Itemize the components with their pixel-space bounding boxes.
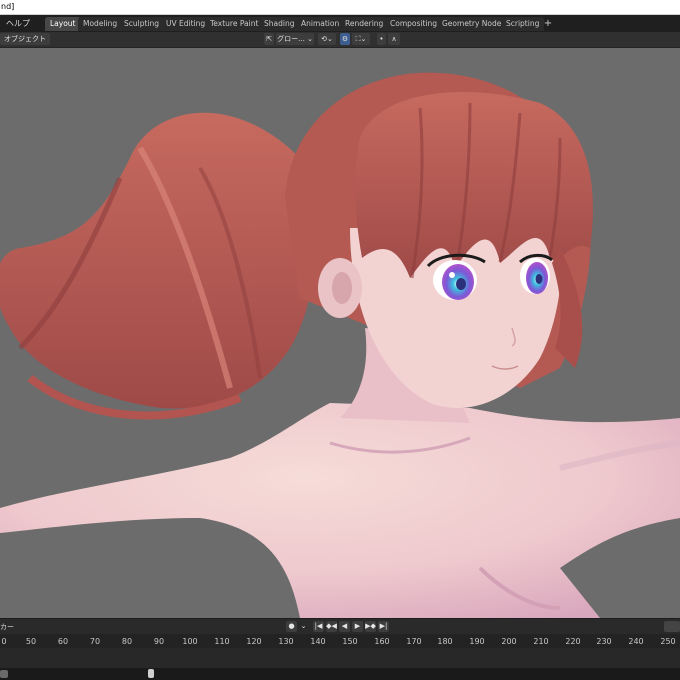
frame-tick-label: 160	[374, 637, 390, 646]
frame-tick-label: 130	[278, 637, 294, 646]
frame-tick-label: 150	[342, 637, 358, 646]
orientation-chevron-down-icon[interactable]: ⌄	[306, 33, 314, 45]
frame-tick-label: 220	[565, 637, 581, 646]
window-title-bar: nd]	[0, 0, 680, 15]
proportional-falloff-dropdown[interactable]: ∧	[388, 33, 400, 45]
scroll-handle-left[interactable]	[0, 670, 8, 678]
tab-modeling[interactable]: Modeling	[78, 17, 123, 31]
frame-ruler[interactable]: 0 50 60 70 80 90 100 110 120 130 140 150 160 170 180 19…	[0, 634, 680, 648]
tab-rendering[interactable]: Rendering	[340, 17, 389, 31]
character-render	[0, 72, 680, 618]
tab-uv-editing[interactable]: UV Editing	[161, 17, 211, 31]
timeline-frame-field[interactable]	[664, 621, 680, 632]
help-menu[interactable]: ヘルプ	[6, 18, 30, 29]
frame-tick-label: 190	[469, 637, 485, 646]
tab-sculpting[interactable]: Sculpting	[119, 17, 165, 31]
snap-toggle-icon[interactable]: ⚙	[340, 33, 350, 45]
frame-tick-label: 180	[437, 637, 453, 646]
play-reverse-button[interactable]: ◀	[339, 621, 350, 632]
frame-tick-label: 90	[153, 637, 165, 646]
tab-texture-paint[interactable]: Texture Paint	[205, 17, 264, 31]
marker-menu[interactable]: カー	[0, 622, 14, 632]
window-title: nd]	[1, 2, 15, 11]
timeline-scrollbar[interactable]	[0, 668, 680, 680]
frame-tick-label: 200	[501, 637, 517, 646]
transform-orientation-dropdown[interactable]: グロー...	[276, 33, 306, 45]
next-keyframe-button[interactable]: ▶◆	[365, 621, 376, 632]
play-button[interactable]: ▶	[352, 621, 363, 632]
frame-tick-label: 240	[628, 637, 644, 646]
tab-animation[interactable]: Animation	[296, 17, 345, 31]
ponytail-shape	[0, 112, 315, 409]
frame-tick-label: 60	[57, 637, 69, 646]
viewport-header: オブジェクト ⇱ グロー... ⌄ ⟲⌄ ⚙ ⛶⌄ • ∧	[0, 32, 680, 48]
frame-tick-label: 100	[182, 637, 198, 646]
current-frame-indicator[interactable]	[148, 669, 154, 678]
pivot-point-dropdown[interactable]: ⟲⌄	[318, 33, 336, 45]
frame-tick-label: 140	[310, 637, 326, 646]
snap-settings-dropdown[interactable]: ⛶⌄	[352, 33, 370, 45]
previous-keyframe-button[interactable]: ◆◀	[326, 621, 337, 632]
tab-scripting[interactable]: Scripting	[501, 17, 545, 31]
frame-tick-label: 0	[1, 637, 7, 646]
proportional-edit-toggle-icon[interactable]: •	[377, 33, 386, 45]
frame-tick-label: 110	[214, 637, 230, 646]
tab-shading[interactable]: Shading	[259, 17, 300, 31]
frame-tick-label: 70	[89, 637, 101, 646]
transform-orientation-icon[interactable]: ⇱	[264, 33, 274, 45]
top-menu-bar: ヘルプ Layout Modeling Sculpting UV Editing Tex…	[0, 15, 680, 32]
tab-geometry-nodes[interactable]: Geometry Nodes	[437, 17, 511, 31]
add-workspace-button[interactable]: +	[543, 18, 553, 29]
frame-tick-label: 250	[660, 637, 676, 646]
frame-tick-label: 230	[596, 637, 612, 646]
keyframe-record-button[interactable]: ●	[286, 621, 297, 632]
interaction-mode-dropdown[interactable]: オブジェクト	[0, 33, 50, 45]
jump-to-start-button[interactable]: |◀	[313, 621, 324, 632]
torso-shape	[0, 403, 680, 618]
jump-to-end-button[interactable]: ▶|	[378, 621, 389, 632]
tab-compositing[interactable]: Compositing	[385, 17, 443, 31]
tab-layout[interactable]: Layout	[45, 17, 81, 31]
3d-viewport[interactable]	[0, 48, 680, 618]
keyframe-dropdown-chevron-down-icon[interactable]: ⌄	[298, 621, 309, 632]
frame-tick-label: 170	[406, 637, 422, 646]
frame-tick-label: 80	[121, 637, 133, 646]
frame-tick-label: 120	[246, 637, 262, 646]
timeline-track-area[interactable]	[0, 648, 680, 668]
frame-tick-label: 210	[533, 637, 549, 646]
frame-tick-label: 50	[25, 637, 37, 646]
timeline-header: カー ● ⌄ |◀ ◆◀ ◀ ▶ ▶◆ ▶|	[0, 619, 680, 634]
